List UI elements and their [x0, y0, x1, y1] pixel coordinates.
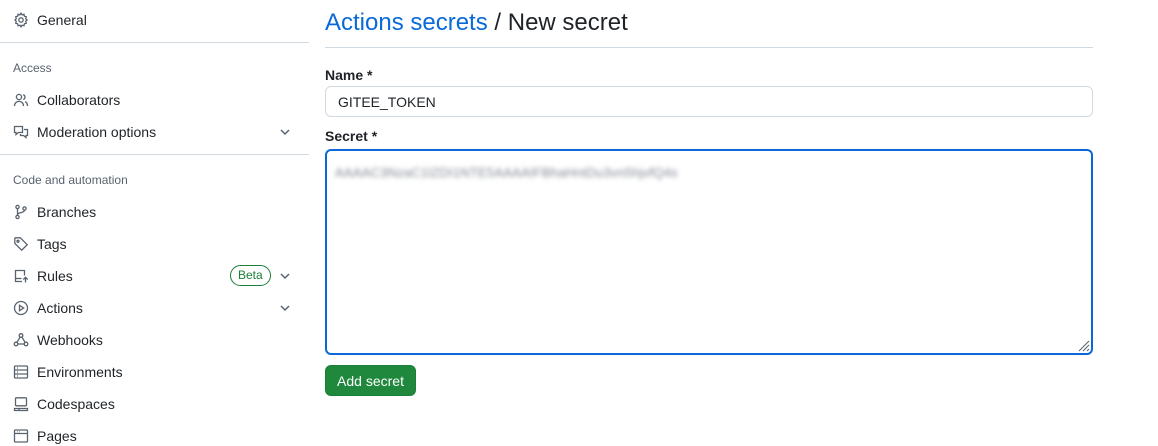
server-icon — [12, 363, 30, 381]
sidebar-item-branches[interactable]: Branches — [0, 196, 309, 228]
sidebar-item-label: Branches — [37, 204, 97, 220]
chevron-down-icon[interactable] — [277, 124, 293, 140]
sidebar-item-pages[interactable]: Pages — [0, 420, 309, 446]
sidebar-item-label: Webhooks — [37, 332, 103, 348]
comment-discussion-icon — [12, 123, 30, 141]
resize-grip-icon[interactable] — [1076, 338, 1090, 352]
sidebar-item-tags[interactable]: Tags — [0, 228, 309, 260]
sidebar-divider — [0, 154, 309, 155]
codespaces-icon — [12, 395, 30, 413]
chevron-down-icon[interactable] — [277, 300, 293, 316]
secret-name-input[interactable] — [325, 86, 1093, 117]
tag-icon — [12, 235, 30, 253]
sidebar-item-general[interactable]: General — [0, 4, 309, 36]
add-secret-button[interactable]: Add secret — [325, 365, 416, 396]
gear-icon — [12, 11, 30, 29]
section-header-code-and-automation: Code and automation — [13, 173, 128, 187]
secret-field-label: Secret * — [325, 128, 378, 144]
sidebar-item-label: Codespaces — [37, 396, 115, 412]
title-divider — [325, 47, 1093, 48]
secret-value-text: AAAAC3NzaC1lZDI1NTE5AAAAIFBhaHntDu3vn5hj… — [335, 165, 678, 180]
page-title: Actions secrets / New secret — [325, 8, 628, 38]
sidebar-item-label: Pages — [37, 428, 77, 444]
breadcrumb-actions-secrets-link[interactable]: Actions secrets — [325, 9, 488, 36]
sidebar-item-label: Moderation options — [37, 124, 157, 140]
people-icon — [12, 91, 30, 109]
sidebar-item-label: Tags — [37, 236, 67, 252]
webhook-icon — [12, 331, 30, 349]
breadcrumb-separator: / — [494, 9, 502, 36]
sidebar-item-webhooks[interactable]: Webhooks — [0, 324, 309, 356]
sidebar-item-label: Collaborators — [37, 92, 121, 108]
page-title-current: New secret — [507, 9, 628, 36]
sidebar-item-environments[interactable]: Environments — [0, 356, 309, 388]
beta-badge: Beta — [230, 265, 271, 286]
browser-icon — [12, 427, 30, 445]
settings-sidebar: General Access Collaborators Moderation … — [0, 0, 309, 446]
sidebar-item-moderation-options[interactable]: Moderation options — [0, 116, 309, 148]
sidebar-item-rules[interactable]: Rules Beta — [0, 260, 309, 292]
sidebar-divider — [0, 42, 309, 43]
git-branch-icon — [12, 203, 30, 221]
repo-push-icon — [12, 267, 30, 285]
section-header-access: Access — [13, 61, 52, 75]
name-field-label: Name * — [325, 67, 373, 83]
new-secret-form: Actions secrets / New secret Name * Secr… — [325, 0, 1093, 446]
sidebar-item-collaborators[interactable]: Collaborators — [0, 84, 309, 116]
play-icon — [12, 299, 30, 317]
sidebar-item-actions[interactable]: Actions — [0, 292, 309, 324]
sidebar-item-label: Rules — [37, 268, 73, 284]
chevron-down-icon[interactable] — [277, 268, 293, 284]
settings-page: General Access Collaborators Moderation … — [0, 0, 1158, 446]
secret-value-textarea[interactable]: AAAAC3NzaC1lZDI1NTE5AAAAIFBhaHntDu3vn5hj… — [325, 149, 1093, 355]
sidebar-item-label: Actions — [37, 300, 83, 316]
sidebar-item-label: Environments — [37, 364, 123, 380]
sidebar-item-label: General — [37, 12, 87, 28]
sidebar-item-codespaces[interactable]: Codespaces — [0, 388, 309, 420]
